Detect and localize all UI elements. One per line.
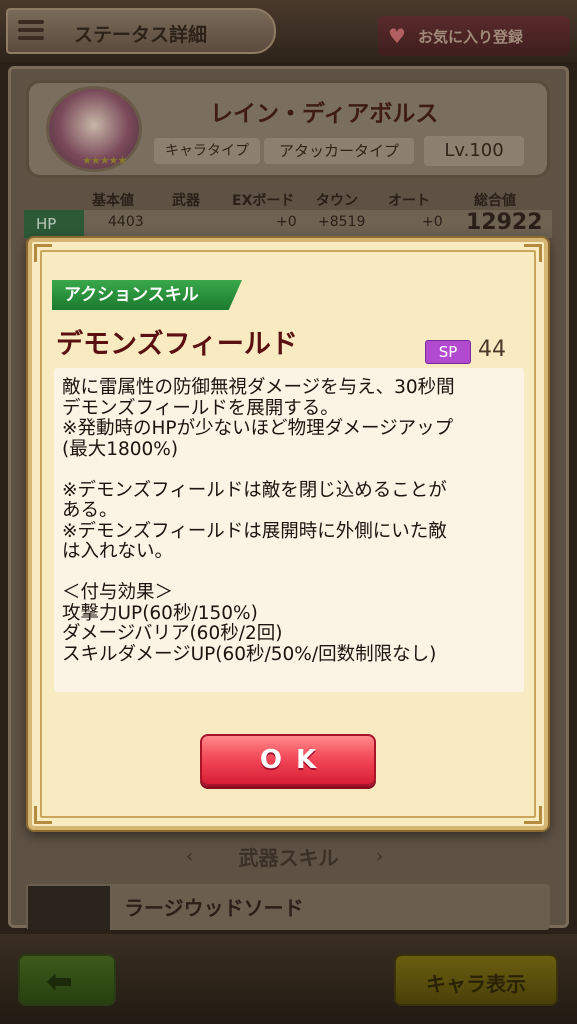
character-name: レイン・ディアボルス (210, 101, 439, 127)
menu-icon[interactable] (18, 20, 44, 42)
character-type-label: キャラタイプ (154, 138, 260, 164)
stat-header-town: タウン (316, 193, 358, 209)
stat-header-weapon: 武器 (172, 193, 200, 209)
description-line: ※デモンズフィールドは敵を閉じ込めることが (62, 479, 447, 501)
hp-total-value: 12922 (466, 210, 543, 235)
character-type-value: アタッカータイプ (264, 138, 414, 164)
ok-label: OK (259, 745, 331, 775)
description-line: 敵に雷属性の防御無視ダメージを与え、30秒間 (62, 377, 455, 398)
sp-badge: SP (425, 340, 471, 364)
description-line: は入れない。 (62, 541, 174, 562)
corner-ornament (524, 244, 542, 262)
hp-label: HP (24, 210, 84, 238)
stat-header-exboard: EXボード (232, 193, 295, 209)
heart-icon: ♥ (388, 24, 406, 48)
hp-town-value: +8519 (318, 214, 366, 230)
hp-base-value: 4403 (108, 214, 144, 230)
character-level: Lv.100 (424, 136, 524, 166)
hp-exboard-value: +0 (276, 214, 297, 230)
corner-ornament (34, 244, 52, 262)
ok-button[interactable]: OK (200, 734, 376, 786)
description-line: (最大1800%) (62, 438, 179, 460)
weapon-skill-title: 武器スキル (238, 846, 339, 870)
description-line: スキルダメージUP(60秒/50%/回数制限なし) (62, 643, 437, 665)
back-button[interactable]: ⬅ (18, 954, 116, 1006)
skill-description: 敵に雷属性の防御無視ダメージを与え、30秒間 デモンズフィールドを展開する。 ※… (54, 368, 524, 692)
weapon-name: ラージウッドソード (124, 896, 304, 920)
description-line: ※デモンズフィールドは展開時に外側にいた敵 (62, 520, 447, 542)
stat-header-base: 基本値 (92, 193, 134, 209)
description-gap (62, 563, 516, 584)
arrow-left-icon: ⬅ (46, 962, 73, 1000)
skill-name: デモンズフィールド (56, 329, 298, 360)
sp-value: 44 (478, 337, 506, 362)
hp-auto-value: +0 (422, 214, 443, 230)
description-line: ある。 (62, 500, 118, 521)
weapon-icon (28, 886, 110, 930)
title-plate: ステータス詳細 (6, 8, 276, 54)
description-line: 攻撃力UP(60秒/150%) (62, 602, 258, 624)
description-line: ＜付与効果＞ (62, 582, 174, 603)
description-gap (62, 460, 516, 481)
stat-header-total: 総合値 (474, 193, 516, 209)
stat-header-auto: オート (388, 193, 430, 209)
favorite-label: お気に入り登録 (418, 28, 524, 46)
rarity-stars: ★★★★★ (82, 154, 127, 167)
chara-display-label: キャラ表示 (426, 972, 526, 996)
description-line: ※発動時のHPが少ないほど物理ダメージアップ (62, 418, 454, 439)
page-title: ステータス詳細 (74, 24, 208, 46)
description-line: ダメージバリア(60秒/2回) (62, 623, 283, 644)
description-line: デモンズフィールドを展開する。 (62, 397, 339, 419)
corner-ornament (34, 806, 52, 824)
favorite-button[interactable]: ♥ お気に入り登録 (378, 16, 570, 56)
action-skill-tag: アクションスキル (52, 280, 242, 310)
corner-ornament (524, 806, 542, 824)
chara-display-button[interactable]: キャラ表示 (394, 954, 558, 1006)
chevron-right-icon[interactable]: › (376, 846, 383, 867)
